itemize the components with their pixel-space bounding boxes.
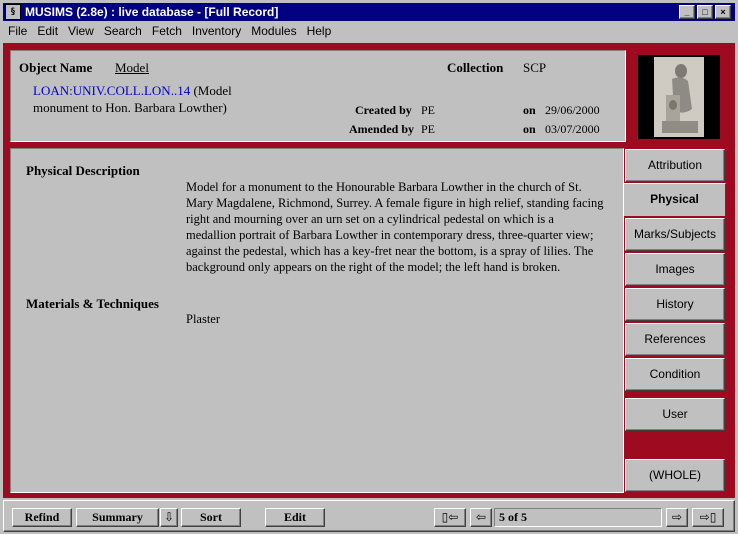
accession-desc-line2: monument to Hon. Barbara Lowther): [33, 100, 227, 115]
first-record-icon[interactable]: ▯⇦: [434, 508, 466, 527]
menu-edit[interactable]: Edit: [32, 22, 63, 41]
tab-physical[interactable]: Physical: [624, 183, 726, 216]
edit-button[interactable]: Edit: [265, 508, 325, 527]
menu-fetch[interactable]: Fetch: [147, 22, 187, 41]
menu-modules[interactable]: Modules: [246, 22, 301, 41]
sculpture-thumbnail-icon: [654, 57, 704, 137]
menu-help[interactable]: Help: [302, 22, 337, 41]
record-counter: 5 of 5: [494, 508, 662, 527]
maximize-button[interactable]: □: [697, 5, 713, 19]
object-name-label: Object Name: [19, 60, 93, 75]
next-record-icon[interactable]: ⇨: [666, 508, 688, 527]
amended-by-value: PE: [421, 122, 436, 136]
object-thumbnail[interactable]: [638, 55, 720, 139]
window-title: MUSIMS (2.8e) : live database - [Full Re…: [25, 5, 279, 19]
app-icon[interactable]: §: [5, 4, 21, 20]
amended-on-label: on: [523, 122, 536, 136]
record-header: Object Name Model Collection SCP LOAN:UN…: [10, 50, 626, 142]
created-on-value: 29/06/2000: [545, 103, 600, 117]
tab-attribution[interactable]: Attribution: [625, 149, 725, 182]
tab-references[interactable]: References: [625, 323, 725, 356]
materials-label: Materials & Techniques: [26, 296, 159, 311]
tab-history[interactable]: History: [625, 288, 725, 321]
materials-value: Plaster: [186, 312, 221, 326]
created-by-value: PE: [421, 103, 436, 117]
accession-desc: (Model: [190, 83, 232, 98]
object-name-value[interactable]: Model: [115, 60, 149, 76]
collection-label: Collection: [447, 60, 504, 75]
menu-inventory[interactable]: Inventory: [187, 22, 246, 41]
created-by-label: Created by: [355, 103, 412, 117]
minimize-button[interactable]: _: [679, 5, 695, 19]
amended-by-label: Amended by: [349, 122, 415, 136]
physical-description-label: Physical Description: [26, 163, 140, 178]
tab-images[interactable]: Images: [625, 253, 725, 286]
menu-file[interactable]: File: [3, 22, 32, 41]
menu-view[interactable]: View: [63, 22, 99, 41]
collection-value: SCP: [523, 60, 547, 75]
close-button[interactable]: ×: [715, 5, 731, 19]
tab-condition[interactable]: Condition: [625, 358, 725, 391]
accession-link[interactable]: LOAN:UNIV.COLL.LON..14: [33, 83, 190, 98]
prev-record-icon[interactable]: ⇦: [470, 508, 492, 527]
sort-button[interactable]: Sort: [181, 508, 241, 527]
title-bar: § MUSIMS (2.8e) : live database - [Full …: [3, 3, 735, 21]
tab-user[interactable]: User: [625, 398, 725, 431]
menu-search[interactable]: Search: [99, 22, 147, 41]
menu-bar: File Edit View Search Fetch Inventory Modules H…: [3, 22, 735, 41]
last-record-icon[interactable]: ⇨▯: [692, 508, 724, 527]
summary-dropdown-arrow-icon[interactable]: ⇩: [160, 508, 178, 527]
tab-whole[interactable]: (WHOLE): [625, 459, 725, 492]
physical-description-text: Model for a monument to the Honourable B…: [186, 180, 604, 274]
refind-button[interactable]: Refind: [12, 508, 72, 527]
tab-marks-subjects[interactable]: Marks/Subjects: [625, 218, 725, 251]
created-on-label: on: [523, 103, 536, 117]
summary-button[interactable]: Summary: [76, 508, 159, 527]
physical-panel: Physical Description Model for a monumen…: [10, 148, 624, 493]
amended-on-value: 03/07/2000: [545, 122, 600, 136]
